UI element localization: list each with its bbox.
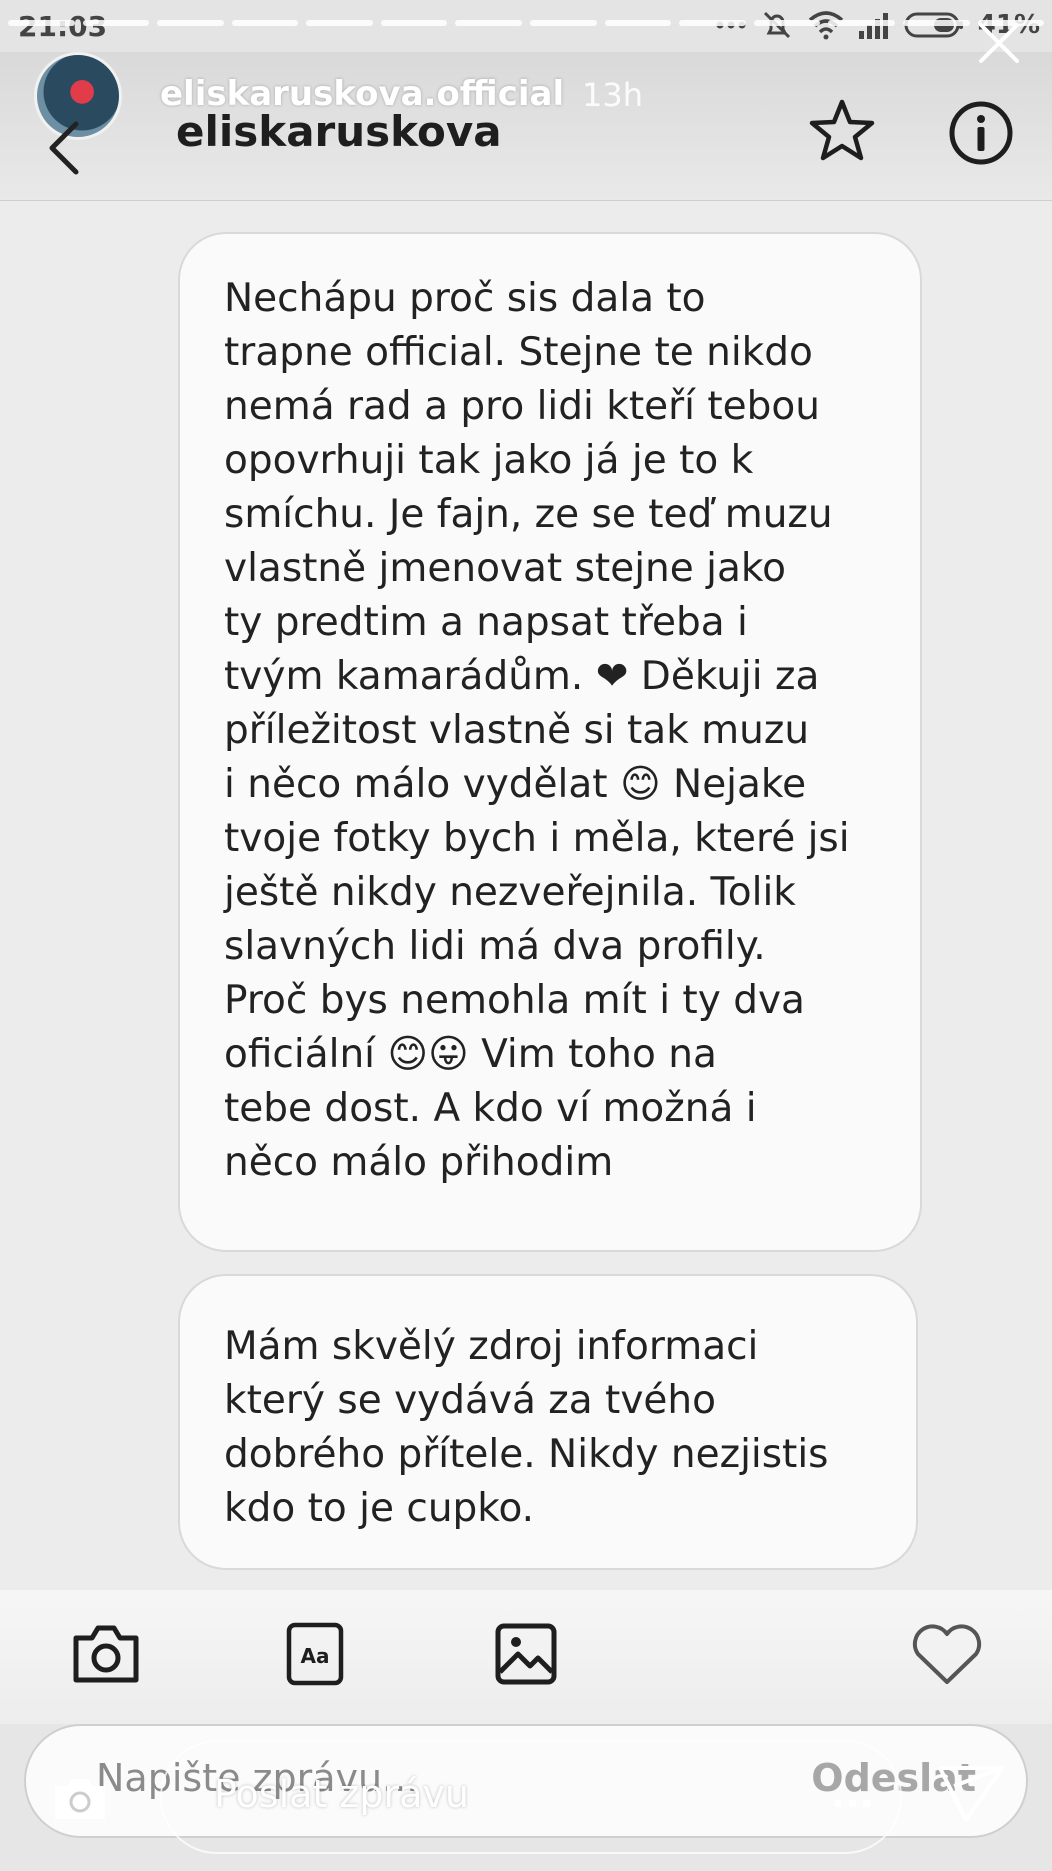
progress-segment (604, 20, 672, 26)
close-icon[interactable] (976, 20, 1022, 66)
progress-segment (828, 20, 895, 26)
text-format-icon[interactable]: Aa (286, 1622, 344, 1686)
paper-plane-icon[interactable] (936, 1762, 1006, 1826)
progress-segment (8, 20, 75, 26)
svg-text:Aa: Aa (301, 1644, 330, 1668)
camera-icon[interactable] (52, 1776, 108, 1822)
progress-segment (455, 20, 523, 26)
star-icon[interactable] (808, 98, 876, 162)
progress-segment (380, 20, 448, 26)
image-icon[interactable] (494, 1622, 558, 1686)
story-progress-bar (8, 20, 1045, 26)
progress-segment (231, 20, 299, 26)
story-reply-placeholder: Poslat zprávu (214, 1772, 469, 1816)
status-bar: 21:03 41% (0, 0, 1052, 52)
heart-icon[interactable] (910, 1622, 984, 1686)
story-more-options[interactable]: ... (831, 1772, 874, 1816)
progress-segment (157, 20, 224, 26)
status-time: 21:03 (18, 10, 108, 43)
camera-icon[interactable] (70, 1622, 142, 1686)
progress-segment (753, 20, 821, 26)
message-list[interactable]: Nechápu proč sis dala to trapne official… (0, 200, 1052, 1590)
progress-segment (530, 20, 597, 26)
story-time-ago: 13h (582, 76, 643, 114)
story-reply-input[interactable]: Poslat zprávu ... (160, 1740, 902, 1854)
progress-segment (902, 20, 970, 26)
thread-header: eliskaruskova.official 13h eliskaruskova (0, 52, 1052, 201)
progress-segment (82, 20, 150, 26)
reply-area: Napište zprávu... Odeslat Poslat zprávu … (0, 1724, 1052, 1871)
thread-title[interactable]: eliskaruskova (176, 107, 502, 156)
message-bubble[interactable]: Nechápu proč sis dala to trapne official… (178, 232, 922, 1252)
info-icon[interactable] (948, 100, 1014, 166)
progress-segment (306, 20, 373, 26)
chevron-left-icon[interactable] (44, 120, 84, 176)
message-bubble[interactable]: Mám skvělý zdroj informaci který se vydá… (178, 1274, 918, 1570)
progress-segment (679, 20, 746, 26)
composer-toolbar: Aa (0, 1590, 1052, 1724)
